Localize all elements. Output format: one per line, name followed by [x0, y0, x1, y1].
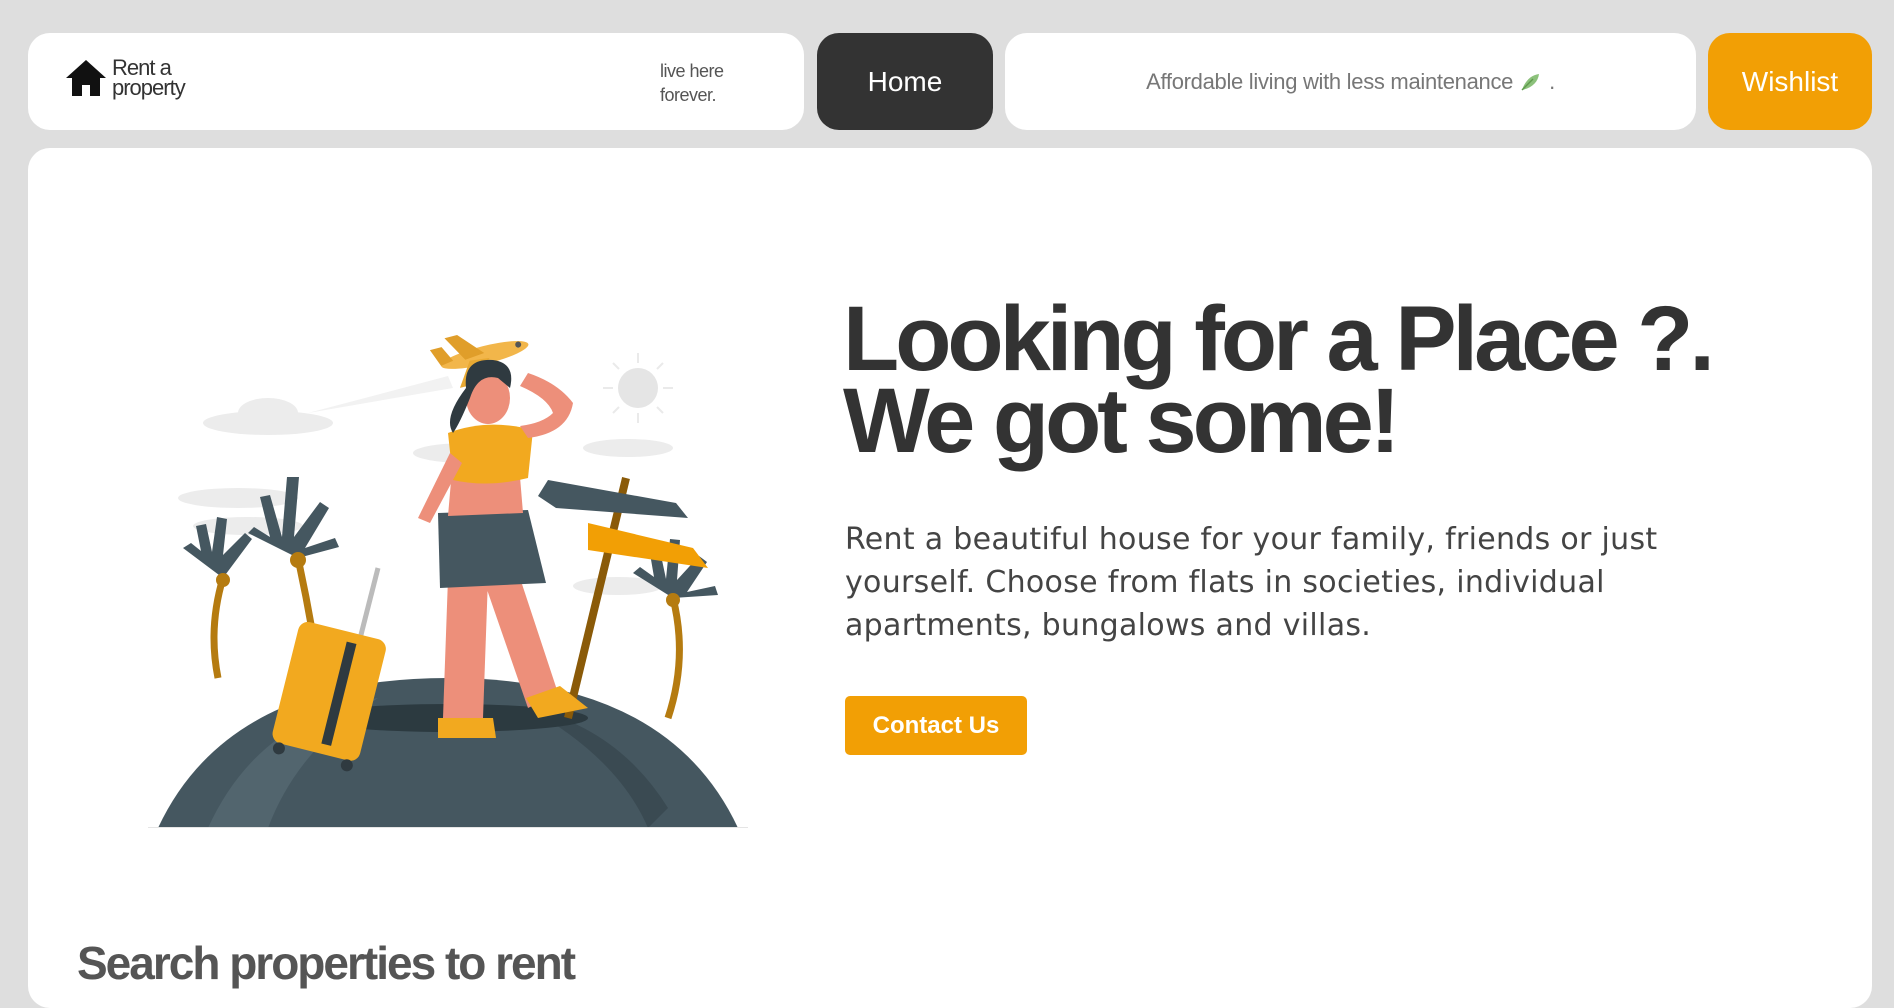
home-button-label: Home: [867, 65, 943, 97]
logo[interactable]: Rent a property: [64, 57, 186, 100]
wishlist-button[interactable]: Wishlist: [1708, 33, 1872, 130]
top-navigation: Rent a property live here forever. Home …: [0, 0, 1894, 150]
tagline: live here forever.: [660, 59, 760, 107]
tagline-line2: forever.: [660, 85, 717, 105]
main-content: Looking for a Place ?. We got some! Rent…: [28, 148, 1872, 1008]
search-section-title: Search properties to rent: [77, 937, 576, 989]
brand-card: Rent a property live here forever.: [28, 33, 804, 130]
contact-us-button[interactable]: Contact Us: [845, 696, 1027, 755]
home-button[interactable]: Home: [817, 33, 993, 130]
leaf-icon: [1521, 73, 1540, 90]
house-icon: [66, 60, 106, 96]
affordable-suffix: .: [1549, 68, 1555, 94]
hero-title-line2: We got some!: [843, 370, 1400, 472]
tagline-line1: live here: [660, 61, 724, 81]
wishlist-button-label: Wishlist: [1741, 65, 1839, 97]
affordable-banner: Affordable living with less maintenance …: [1005, 33, 1696, 130]
hero-description: Rent a beautiful house for your family, …: [845, 522, 1658, 643]
affordable-text: Affordable living with less maintenance: [1146, 68, 1514, 94]
hero-title: Looking for a Place ?. We got some!: [843, 293, 1743, 467]
brand-name: Rent a property: [112, 57, 186, 100]
hero-illustration: [148, 335, 748, 828]
brand-name-line2: property: [112, 75, 186, 100]
